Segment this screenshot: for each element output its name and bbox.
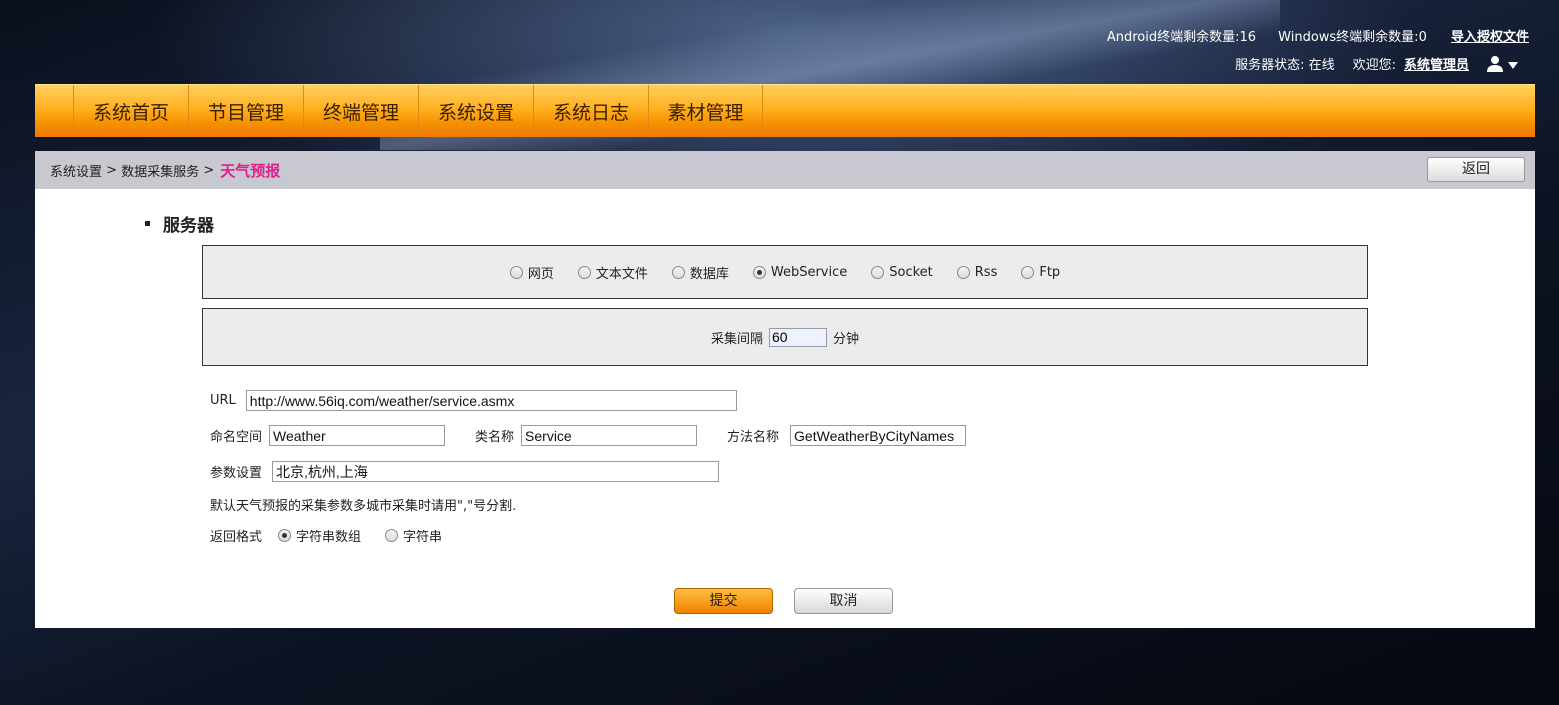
breadcrumb-separator: > bbox=[106, 162, 118, 178]
radio-button[interactable] bbox=[956, 265, 970, 279]
nav-item-logs[interactable]: 系统日志 bbox=[533, 85, 648, 137]
radio-button[interactable] bbox=[671, 265, 685, 279]
url-input[interactable] bbox=[245, 390, 737, 411]
radio-button[interactable] bbox=[385, 529, 399, 542]
interval-unit: 分钟 bbox=[833, 331, 860, 347]
radio-label: 数据库 bbox=[689, 266, 729, 282]
bullet-icon bbox=[145, 221, 150, 226]
cancel-button[interactable]: 取消 bbox=[794, 588, 893, 614]
class-input[interactable] bbox=[521, 425, 698, 446]
radio-button[interactable] bbox=[871, 265, 885, 279]
url-row: URL bbox=[210, 390, 737, 411]
main-content: 服务器 网页 文本文件 数据库 WebService Socket Rss Ft… bbox=[35, 189, 1535, 628]
source-type-rss[interactable]: Rss bbox=[956, 264, 998, 280]
radio-label: 字符串 bbox=[403, 530, 443, 545]
class-label: 类名称 bbox=[475, 430, 515, 445]
source-type-database[interactable]: 数据库 bbox=[671, 263, 729, 282]
main-nav: 系统首页 节目管理 终端管理 系统设置 系统日志 素材管理 bbox=[35, 84, 1535, 137]
license-info: Android终端剩余数量:16 Windows终端剩余数量:0 导入授权文件 bbox=[1089, 26, 1529, 45]
nav-item-terminals[interactable]: 终端管理 bbox=[303, 85, 418, 137]
user-icon bbox=[1487, 55, 1518, 72]
namespace-input[interactable] bbox=[269, 425, 446, 446]
radio-label: 网页 bbox=[527, 266, 554, 282]
method-input[interactable] bbox=[790, 425, 967, 446]
breadcrumb: 系统设置 > 数据采集服务 > 天气预报 返回 bbox=[35, 151, 1535, 189]
radio-button-checked[interactable] bbox=[278, 529, 292, 542]
import-license-link[interactable]: 导入授权文件 bbox=[1451, 30, 1529, 45]
params-label: 参数设置 bbox=[210, 466, 263, 481]
radio-label: Socket bbox=[889, 264, 933, 280]
user-info: 服务器状态: 在线 欢迎您: 系统管理员 bbox=[1217, 54, 1519, 73]
params-row: 参数设置 bbox=[210, 461, 720, 482]
interval-box: 采集间隔 分钟 bbox=[202, 308, 1368, 366]
radio-label: WebService bbox=[770, 264, 848, 280]
admin-link[interactable]: 系统管理员 bbox=[1404, 54, 1469, 73]
nav-item-settings[interactable]: 系统设置 bbox=[418, 85, 533, 137]
back-button[interactable]: 返回 bbox=[1427, 157, 1525, 182]
params-input[interactable] bbox=[272, 461, 720, 482]
return-format-row: 返回格式 字符串数组 字符串 bbox=[210, 526, 454, 545]
breadcrumb-item-data-service[interactable]: 数据采集服务 bbox=[121, 161, 199, 180]
radio-button[interactable] bbox=[1021, 265, 1035, 279]
breadcrumb-separator: > bbox=[203, 162, 215, 178]
source-type-textfile[interactable]: 文本文件 bbox=[577, 263, 648, 282]
return-format-label: 返回格式 bbox=[210, 530, 263, 545]
breadcrumb-item-settings[interactable]: 系统设置 bbox=[50, 161, 102, 180]
radio-button-checked[interactable] bbox=[752, 265, 766, 279]
interval-input[interactable] bbox=[769, 327, 827, 347]
source-type-box: 网页 文本文件 数据库 WebService Socket Rss Ftp bbox=[202, 245, 1368, 299]
source-type-ftp[interactable]: Ftp bbox=[1021, 265, 1060, 280]
nav-item-home[interactable]: 系统首页 bbox=[73, 85, 188, 137]
submit-button[interactable]: 提交 bbox=[674, 588, 773, 614]
interval-group: 采集间隔 分钟 bbox=[710, 327, 860, 347]
source-type-webservice[interactable]: WebService bbox=[752, 264, 848, 280]
method-label: 方法名称 bbox=[727, 430, 780, 445]
interval-label: 采集间隔 bbox=[710, 331, 763, 347]
radio-button[interactable] bbox=[509, 265, 523, 279]
section-title-text: 服务器 bbox=[163, 216, 214, 236]
radio-label: Ftp bbox=[1039, 264, 1061, 280]
android-count: Android终端剩余数量:16 bbox=[1106, 30, 1257, 45]
radio-button[interactable] bbox=[577, 265, 591, 279]
namespace-label: 命名空间 bbox=[210, 430, 263, 445]
radio-label: 文本文件 bbox=[595, 266, 648, 282]
return-format-string-array[interactable]: 字符串数组 bbox=[278, 526, 361, 545]
service-row: 命名空间 类名称 方法名称 bbox=[210, 425, 967, 446]
server-status: 服务器状态: 在线 bbox=[1235, 58, 1335, 73]
source-type-group: 网页 文本文件 数据库 WebService Socket Rss Ftp bbox=[498, 263, 1072, 282]
return-format-string[interactable]: 字符串 bbox=[385, 526, 442, 545]
section-title: 服务器 bbox=[145, 211, 214, 236]
breadcrumb-current: 天气预报 bbox=[220, 161, 281, 180]
windows-count: Windows终端剩余数量:0 bbox=[1278, 30, 1427, 45]
radio-label: 字符串数组 bbox=[296, 530, 362, 545]
source-type-webpage[interactable]: 网页 bbox=[509, 263, 554, 282]
chevron-down-icon bbox=[1508, 61, 1518, 69]
nav-item-materials[interactable]: 素材管理 bbox=[648, 85, 763, 137]
nav-item-programs[interactable]: 节目管理 bbox=[188, 85, 303, 137]
radio-label: Rss bbox=[974, 264, 998, 280]
user-menu[interactable] bbox=[1487, 55, 1519, 73]
params-hint: 默认天气预报的采集参数多城市采集时请用","号分割. bbox=[210, 499, 517, 514]
welcome-text: 欢迎您: bbox=[1352, 58, 1396, 73]
url-label: URL bbox=[210, 393, 236, 408]
source-type-socket[interactable]: Socket bbox=[871, 265, 933, 280]
